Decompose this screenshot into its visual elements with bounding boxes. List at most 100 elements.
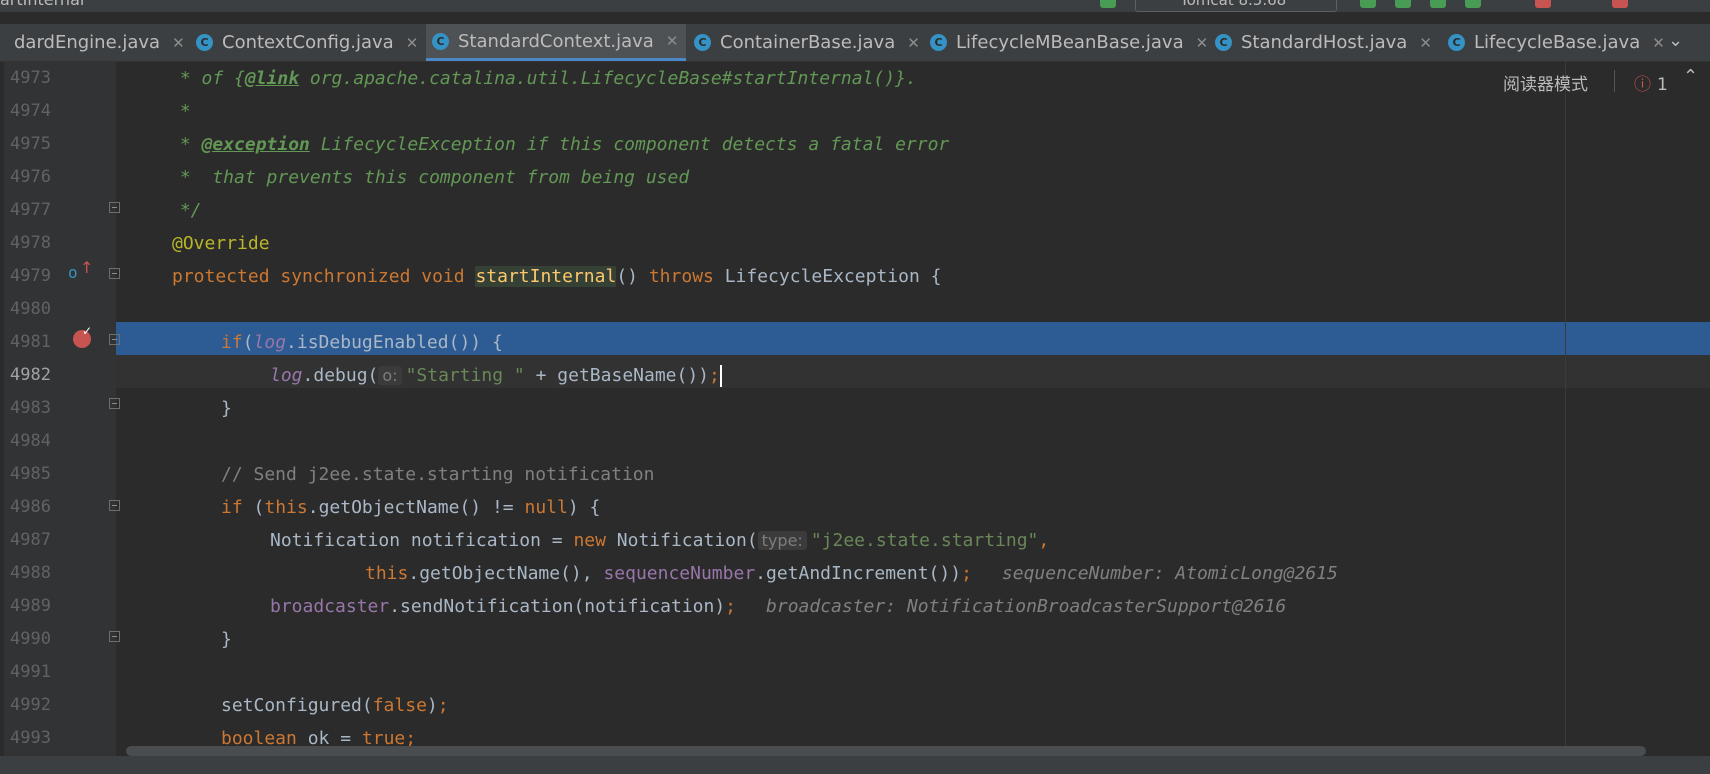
code-line-4992: setConfigured(false); xyxy=(116,689,1710,722)
chevron-down-icon[interactable]: ⌄ xyxy=(1668,30,1683,51)
tab-standard-host[interactable]: C StandardHost.java ✕ xyxy=(1215,24,1432,61)
tab-container-base[interactable]: C ContainerBase.java ✕ xyxy=(694,24,920,61)
code-text: .getObjectName(), xyxy=(408,563,604,584)
line-number[interactable]: 4977 xyxy=(10,194,60,227)
close-icon[interactable]: ✕ xyxy=(1652,34,1665,52)
class-icon: C xyxy=(432,32,449,50)
build-icon[interactable] xyxy=(1535,0,1551,8)
tab-label: StandardHost.java xyxy=(1241,32,1408,53)
line-number[interactable]: 4974 xyxy=(10,95,60,128)
parameter-hint: type: xyxy=(757,531,807,550)
class-icon: C xyxy=(930,34,947,51)
line-number[interactable]: 4973 xyxy=(10,62,60,95)
line-number[interactable]: 4982 xyxy=(10,359,60,392)
line-number[interactable]: 4985 xyxy=(10,458,60,491)
line-number[interactable]: 4975 xyxy=(10,128,60,161)
chevron-up-icon[interactable]: ⌃ xyxy=(1683,66,1698,87)
close-icon[interactable]: ✕ xyxy=(1419,34,1432,52)
code-text: .getObjectName() != xyxy=(307,497,525,518)
code-text: LifecycleException { xyxy=(713,266,942,287)
line-number[interactable]: 4992 xyxy=(10,689,60,722)
run-icon[interactable] xyxy=(1360,0,1376,8)
close-icon[interactable]: ✕ xyxy=(172,34,185,52)
run-config-selector[interactable]: Tomcat 8.5.68 xyxy=(1135,0,1337,12)
line-number[interactable]: 4980 xyxy=(10,293,60,326)
close-icon[interactable]: ✕ xyxy=(406,34,419,52)
code-text: ( xyxy=(242,332,254,353)
line-number[interactable]: 4988 xyxy=(10,557,60,590)
line-number[interactable]: 4991 xyxy=(10,656,60,689)
code-line-4983: } xyxy=(116,392,1710,425)
title-bar: artInternal Tomcat 8.5.68 xyxy=(0,0,1710,12)
inline-debug-value[interactable]: sequenceNumber: AtomicLong@2615 xyxy=(972,563,1338,584)
comment-text: LifecycleException if this component det… xyxy=(309,134,950,155)
tab-label: LifecycleMBeanBase.java xyxy=(956,32,1184,53)
class-icon: C xyxy=(1215,34,1232,51)
code-line-4973: * of {@link org.apache.catalina.util.Lif… xyxy=(116,62,1710,95)
comment-text: org.apache.catalina.util.LifecycleBase#s… xyxy=(299,68,917,89)
tab-lifecycle-mbean-base[interactable]: C LifecycleMBeanBase.java ✕ xyxy=(930,24,1208,61)
tab-label: StandardContext.java xyxy=(458,30,654,52)
error-icon: ⓘ xyxy=(1634,75,1651,95)
tab-context-config[interactable]: C ContextConfig.java ✕ xyxy=(196,24,418,61)
semicolon: ; xyxy=(437,695,449,716)
class-icon: C xyxy=(196,34,213,51)
method-name[interactable]: startInternal xyxy=(475,266,617,287)
code-line-4974: * xyxy=(116,95,1710,128)
code-editor[interactable]: * of {@link org.apache.catalina.util.Lif… xyxy=(116,62,1710,756)
code-line-4976: * that prevents this component from bein… xyxy=(116,161,1710,194)
code-text: ( xyxy=(242,497,265,518)
class-icon: C xyxy=(694,34,711,51)
line-number[interactable]: 4981 xyxy=(10,326,60,359)
back-arrow-icon[interactable] xyxy=(1100,0,1116,8)
keyword: if xyxy=(221,332,243,353)
line-number[interactable]: 4984 xyxy=(10,425,60,458)
line-number[interactable]: 4989 xyxy=(10,590,60,623)
comment-text: */ xyxy=(169,200,202,221)
inline-debug-value[interactable]: broadcaster: NotificationBroadcasterSupp… xyxy=(736,596,1286,617)
close-icon[interactable]: ✕ xyxy=(1196,34,1209,52)
comment-text: * xyxy=(169,101,191,122)
line-number[interactable]: 4986 xyxy=(10,491,60,524)
code-line-4988: this.getObjectName(), sequenceNumber.get… xyxy=(116,557,1710,590)
arrow-up-icon[interactable]: ↑ xyxy=(80,258,93,277)
tab-label: dardEngine.java xyxy=(14,32,161,53)
comma: , xyxy=(1038,530,1050,551)
keyword: if xyxy=(221,497,243,518)
keyword: null xyxy=(524,497,568,518)
comment-text: * of { xyxy=(169,68,245,89)
close-icon[interactable]: ✕ xyxy=(907,34,920,52)
close-icon[interactable]: ✕ xyxy=(666,32,679,50)
line-number[interactable]: 4978 xyxy=(10,227,60,260)
reader-mode-button[interactable]: 阅读器模式 xyxy=(1503,70,1588,95)
keyword: false xyxy=(372,695,427,716)
profile-icon[interactable] xyxy=(1465,0,1481,8)
check-icon: ✓ xyxy=(82,324,93,338)
line-number[interactable]: 4979 xyxy=(10,260,60,293)
tab-label: ContainerBase.java xyxy=(720,32,896,53)
error-indicator[interactable]: ⓘ 1 xyxy=(1634,70,1668,95)
code-line-4979: protected synchronized void startInterna… xyxy=(116,260,1710,293)
line-number[interactable]: 4983 xyxy=(10,392,60,425)
tab-standard-engine[interactable]: dardEngine.java ✕ xyxy=(14,24,185,61)
line-number[interactable]: 4987 xyxy=(10,524,60,557)
editor-tabs: dardEngine.java ✕ C ContextConfig.java ✕ CS… xyxy=(0,24,1710,62)
error-count: 1 xyxy=(1657,75,1668,95)
code-text: Notification notification = xyxy=(270,530,574,551)
debug-icon[interactable] xyxy=(1395,0,1411,8)
horizontal-scrollbar[interactable] xyxy=(126,746,1646,756)
tab-lifecycle-base[interactable]: C LifecycleBase.java ✕ xyxy=(1448,24,1665,61)
code-line-4985: // Send j2ee.state.starting notification xyxy=(116,458,1710,491)
line-number[interactable]: 4993 xyxy=(10,722,60,755)
code-line-4977: */ xyxy=(116,194,1710,227)
line-number[interactable]: 4976 xyxy=(10,161,60,194)
coverage-icon[interactable] xyxy=(1430,0,1446,8)
tab-label: LifecycleBase.java xyxy=(1474,32,1641,53)
field-ref: broadcaster xyxy=(270,596,390,617)
code-text: .isDebugEnabled()) { xyxy=(286,332,503,353)
line-number[interactable]: 4990 xyxy=(10,623,60,656)
stop-icon[interactable] xyxy=(1612,0,1628,8)
semicolon: ; xyxy=(709,365,720,386)
override-icon[interactable]: o xyxy=(68,263,78,282)
tab-standard-context[interactable]: C StandardContext.java ✕ xyxy=(426,24,687,61)
